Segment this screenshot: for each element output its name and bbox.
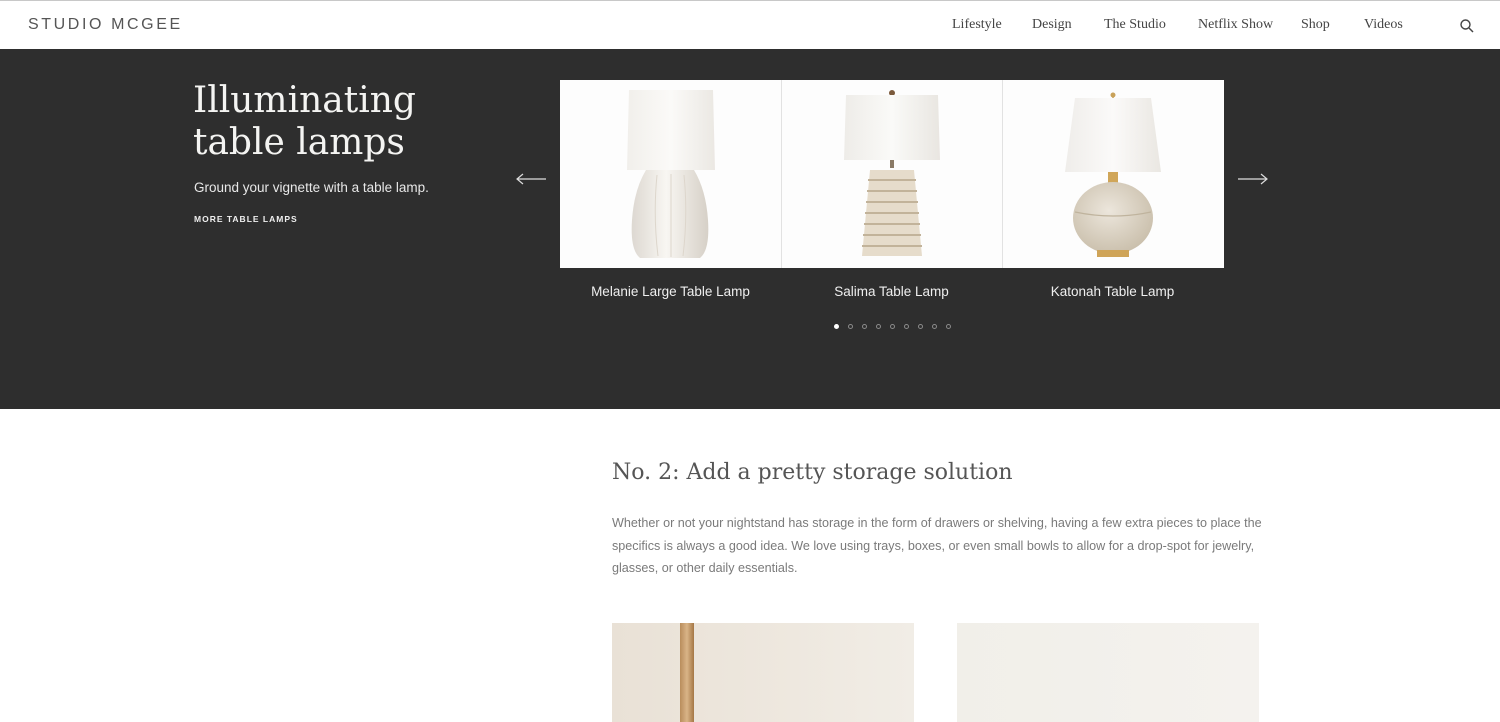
arrow-right-icon[interactable] [1236, 165, 1270, 193]
product-name-salima[interactable]: Salima Table Lamp [781, 284, 1002, 299]
pagination-dot[interactable] [848, 324, 853, 329]
nav-item-the-studio[interactable]: The Studio [1104, 17, 1166, 33]
pagination-dot[interactable] [918, 324, 923, 329]
nav-item-design[interactable]: Design [1032, 17, 1072, 33]
pagination-dot[interactable] [862, 324, 867, 329]
product-card-salima[interactable] [781, 80, 1002, 268]
pagination-dot[interactable] [876, 324, 881, 329]
storage-photo-left [612, 623, 914, 722]
pagination-dot[interactable] [932, 324, 937, 329]
katonah-lamp-image [1065, 92, 1161, 257]
hero-subtitle: Ground your vignette with a table lamp. [194, 180, 429, 195]
search-icon[interactable] [1459, 18, 1475, 34]
section-paragraph: Whether or not your nightstand has stora… [612, 516, 1262, 575]
pagination-dot[interactable] [904, 324, 909, 329]
melanie-lamp-image [627, 90, 715, 258]
salima-lamp-image [844, 90, 940, 256]
product-carousel-track [560, 80, 1224, 268]
product-name-katonah[interactable]: Katonah Table Lamp [1002, 284, 1223, 299]
section-heading: No. 2: Add a pretty storage solution [612, 460, 1013, 485]
nav-item-videos[interactable]: Videos [1364, 17, 1403, 33]
product-card-melanie[interactable] [560, 80, 781, 268]
wood-lamp-pole [680, 623, 694, 722]
pagination-dot[interactable] [946, 324, 951, 329]
arrow-left-icon[interactable] [514, 165, 548, 193]
storage-photo-right [957, 623, 1259, 722]
nav-item-netflix-show[interactable]: Netflix Show [1198, 17, 1273, 33]
pagination-dot[interactable] [890, 324, 895, 329]
site-logo[interactable]: STUDIO MCGEE [28, 16, 183, 34]
hero-title: Illuminating table lamps [193, 80, 416, 163]
more-table-lamps-link[interactable]: MORE TABLE LAMPS [194, 214, 298, 224]
pagination-dot[interactable] [834, 324, 839, 329]
product-name-melanie[interactable]: Melanie Large Table Lamp [560, 284, 781, 299]
product-card-katonah[interactable] [1002, 80, 1223, 268]
nav-item-lifestyle[interactable]: Lifestyle [952, 17, 1002, 33]
site-header: STUDIO MCGEE Lifestyle Design The Studio… [0, 0, 1500, 49]
nav-item-shop[interactable]: Shop [1301, 17, 1330, 33]
table-lamps-carousel: Illuminating table lamps Ground your vig… [0, 49, 1500, 409]
